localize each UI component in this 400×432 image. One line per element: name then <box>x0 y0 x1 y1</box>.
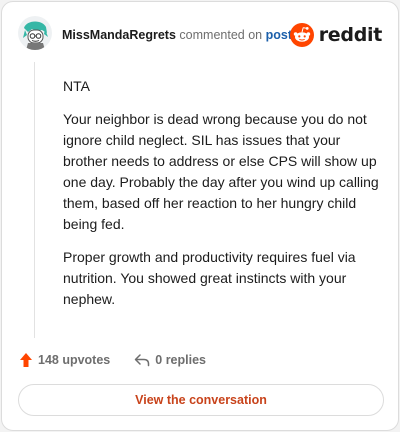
commented-on-text: commented on <box>179 28 263 42</box>
comment-header: MissMandaRegrets commented on post reddi… <box>18 16 384 56</box>
avatar[interactable] <box>18 16 52 50</box>
replies-button[interactable]: 0 replies <box>134 353 206 367</box>
reddit-snoo-icon <box>289 23 314 47</box>
upvote-arrow-icon <box>20 353 32 367</box>
comment-paragraph: Proper growth and productivity requires … <box>63 249 356 307</box>
upvote-button[interactable]: 148 upvotes <box>19 352 110 368</box>
comment-actions: 148 upvotes 0 replies <box>19 350 206 370</box>
comment-body: NTA Your neighbor is dead wrong because … <box>63 76 383 322</box>
reply-count: 0 replies <box>155 353 206 367</box>
username-link[interactable]: MissMandaRegrets <box>62 28 176 42</box>
reddit-wordmark: reddit <box>318 24 383 46</box>
upvote-count: 148 upvotes <box>38 353 111 367</box>
thread-line <box>34 62 35 338</box>
comment-card: MissMandaRegrets commented on post reddi… <box>1 1 399 431</box>
comment-paragraph: Your neighbor is dead wrong because you … <box>63 111 379 232</box>
view-conversation-button[interactable]: View the conversation <box>18 384 384 416</box>
view-conversation-label: View the conversation <box>135 393 267 407</box>
reddit-logo[interactable]: reddit <box>289 22 383 48</box>
byline: MissMandaRegrets commented on post <box>62 28 292 42</box>
reply-arrow-icon <box>135 354 150 367</box>
post-link[interactable]: post <box>266 28 292 42</box>
comment-paragraph: NTA <box>63 78 90 94</box>
